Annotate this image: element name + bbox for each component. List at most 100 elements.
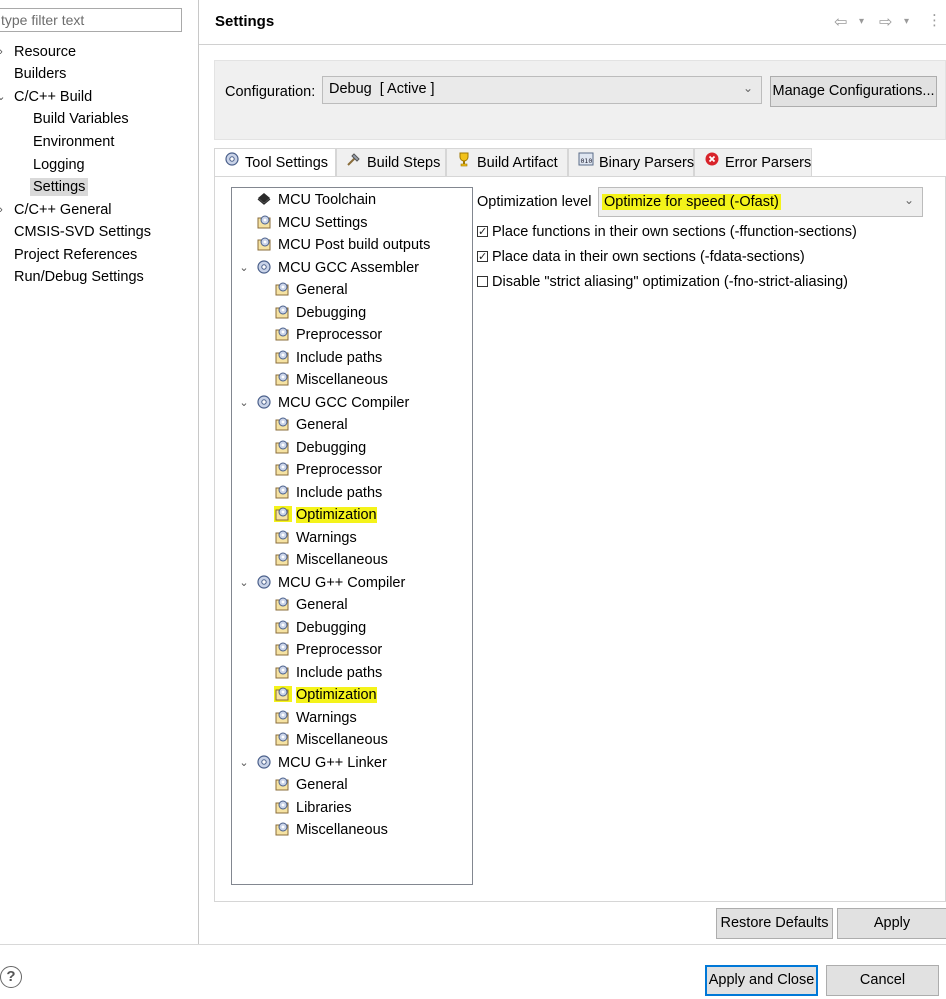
- expanded-arrow-icon[interactable]: ⌄: [238, 257, 250, 279]
- tool-option-icon: [274, 619, 292, 635]
- optimization-level-label: Optimization level: [477, 194, 592, 210]
- optimization-level-select[interactable]: Optimize for speed (-Ofast) ⌄: [598, 187, 923, 217]
- tool-option-icon: [274, 326, 292, 342]
- tab-build-steps[interactable]: Build Steps: [336, 148, 446, 176]
- tree-item-label: Preprocessor: [296, 327, 383, 343]
- nav-item-cmsis-svd-settings[interactable]: CMSIS-SVD Settings: [14, 221, 151, 243]
- apply-and-close-button[interactable]: Apply and Close: [705, 965, 818, 996]
- back-menu-icon[interactable]: ▾: [859, 16, 864, 27]
- nav-item-builders[interactable]: Builders: [14, 63, 66, 85]
- tree-item-preprocessor[interactable]: Preprocessor: [274, 324, 382, 346]
- tree-item-optimization[interactable]: Optimization: [274, 504, 377, 526]
- tool-option-icon: [274, 416, 292, 432]
- tree-item-general[interactable]: General: [274, 594, 348, 616]
- tab-tool-settings[interactable]: Tool Settings: [214, 148, 336, 177]
- nav-item-settings[interactable]: Settings: [30, 176, 89, 198]
- tree-item-label: Include paths: [296, 664, 383, 681]
- tree-item-include-paths[interactable]: Include paths: [274, 662, 382, 684]
- tree-item-label: Miscellaneous: [296, 732, 388, 748]
- tree-item-warnings[interactable]: Warnings: [274, 527, 357, 549]
- tree-item-miscellaneous[interactable]: Miscellaneous: [274, 729, 388, 751]
- tree-item-miscellaneous[interactable]: Miscellaneous: [274, 819, 388, 841]
- tool-option-icon: [274, 596, 292, 612]
- tree-item-label: Preprocessor: [296, 642, 383, 658]
- tree-item-label: Optimization: [296, 507, 377, 523]
- tree-item-debugging[interactable]: Debugging: [274, 437, 366, 459]
- vertical-splitter[interactable]: [198, 0, 199, 944]
- tree-item-preprocessor[interactable]: Preprocessor: [274, 639, 382, 661]
- apply-button[interactable]: Apply: [837, 908, 946, 939]
- tree-item-label: Miscellaneous: [296, 552, 388, 568]
- nav-item-run-debug-settings[interactable]: Run/Debug Settings: [14, 266, 144, 288]
- back-arrow-icon[interactable]: ⇦: [834, 12, 847, 32]
- tab-build-artifact[interactable]: Build Artifact: [446, 148, 568, 176]
- build-artifact-icon: [455, 149, 473, 177]
- tree-item-mcu-toolchain[interactable]: MCU Toolchain: [256, 189, 376, 211]
- expanded-arrow-icon[interactable]: ⌄: [0, 86, 6, 108]
- tab-error-parsers[interactable]: Error Parsers: [694, 148, 812, 176]
- nav-item-environment[interactable]: Environment: [33, 131, 114, 153]
- tree-item-warnings[interactable]: Warnings: [274, 707, 357, 729]
- tool-settings-tree[interactable]: MCU Toolchain MCU Settings MCU Post build …: [231, 187, 473, 885]
- page-title: Settings: [215, 13, 275, 30]
- data-sections-checkbox[interactable]: [477, 247, 488, 267]
- filter-input[interactable]: [0, 8, 182, 32]
- chevron-down-icon: ⌄: [742, 81, 753, 95]
- tree-item-debugging[interactable]: Debugging: [274, 617, 366, 639]
- expanded-arrow-icon[interactable]: ⌄: [238, 752, 250, 774]
- configuration-panel: Configuration: Debug [ Active ] ⌄ Manage…: [214, 60, 946, 140]
- strict-aliasing-checkbox[interactable]: [477, 276, 488, 287]
- tool-option-icon: [274, 664, 292, 680]
- tree-item-mcu-post-build-outputs[interactable]: MCU Post build outputs: [256, 234, 430, 256]
- strict-aliasing-option[interactable]: Disable "strict aliasing" optimization (…: [477, 272, 848, 292]
- forward-menu-icon[interactable]: ▾: [904, 16, 909, 27]
- nav-item-project-references[interactable]: Project References: [14, 244, 137, 266]
- tree-item-general[interactable]: General: [274, 414, 348, 436]
- help-icon[interactable]: ?: [0, 966, 22, 988]
- tree-item-mcu-gcc-assembler[interactable]: ⌄ MCU GCC Assembler: [239, 257, 419, 279]
- function-sections-checkbox[interactable]: [477, 222, 488, 242]
- tree-item-miscellaneous[interactable]: Miscellaneous: [274, 369, 388, 391]
- tree-item-miscellaneous[interactable]: Miscellaneous: [274, 549, 388, 571]
- left-navigation-pane: › Resource Builders ⌄ C/C++ Build Build …: [0, 0, 198, 944]
- tool-option-icon: [274, 821, 292, 837]
- nav-item-logging[interactable]: Logging: [33, 154, 85, 176]
- expanded-arrow-icon[interactable]: ⌄: [238, 392, 250, 414]
- configuration-select[interactable]: Debug [ Active ] ⌄: [322, 76, 762, 104]
- view-menu-icon[interactable]: ⋮: [927, 11, 942, 29]
- tree-item-include-paths[interactable]: Include paths: [274, 482, 382, 504]
- restore-defaults-button[interactable]: Restore Defaults: [716, 908, 833, 939]
- tree-item-libraries[interactable]: Libraries: [274, 797, 352, 819]
- tree-item-debugging[interactable]: Debugging: [274, 302, 366, 324]
- tree-item-mcu-settings[interactable]: MCU Settings: [256, 212, 367, 234]
- tree-item-mcu-g-compiler[interactable]: ⌄ MCU G++ Compiler: [239, 572, 405, 594]
- tree-item-mcu-gcc-compiler[interactable]: ⌄ MCU GCC Compiler: [239, 392, 410, 414]
- tree-item-label: General: [296, 597, 348, 613]
- manage-configurations-button[interactable]: Manage Configurations...: [770, 76, 937, 107]
- chip-icon: [256, 191, 274, 207]
- tool-gear-icon: [256, 394, 274, 410]
- configuration-value: Debug [ Active ]: [329, 81, 435, 97]
- nav-item-build-variables[interactable]: Build Variables: [33, 108, 129, 130]
- tool-option-icon: [274, 304, 292, 320]
- tree-item-general[interactable]: General: [274, 279, 348, 301]
- collapsed-arrow-icon[interactable]: ›: [0, 199, 6, 221]
- tree-item-optimization[interactable]: Optimization: [274, 684, 377, 706]
- tree-item-label: MCU GCC Compiler: [278, 394, 410, 411]
- function-sections-option[interactable]: Place functions in their own sections (-…: [477, 222, 857, 242]
- expanded-arrow-icon[interactable]: ⌄: [238, 572, 250, 594]
- cancel-button[interactable]: Cancel: [826, 965, 939, 996]
- tool-gear-icon: [256, 574, 274, 590]
- tree-item-preprocessor[interactable]: Preprocessor: [274, 459, 382, 481]
- configuration-label: Configuration:: [225, 84, 316, 100]
- forward-arrow-icon[interactable]: ⇨: [879, 12, 892, 32]
- data-sections-option[interactable]: Place data in their own sections (-fdata…: [477, 247, 805, 267]
- tool-settings-icon: [223, 149, 241, 177]
- tree-item-general[interactable]: General: [274, 774, 348, 796]
- tree-item-include-paths[interactable]: Include paths: [274, 347, 382, 369]
- tree-item-mcu-g-linker[interactable]: ⌄ MCU G++ Linker: [239, 752, 386, 774]
- tool-option-icon: [274, 371, 292, 387]
- tool-option-icon: [274, 281, 292, 297]
- collapsed-arrow-icon[interactable]: ›: [0, 41, 6, 63]
- tab-binary-parsers[interactable]: 010 Binary Parsers: [568, 148, 694, 176]
